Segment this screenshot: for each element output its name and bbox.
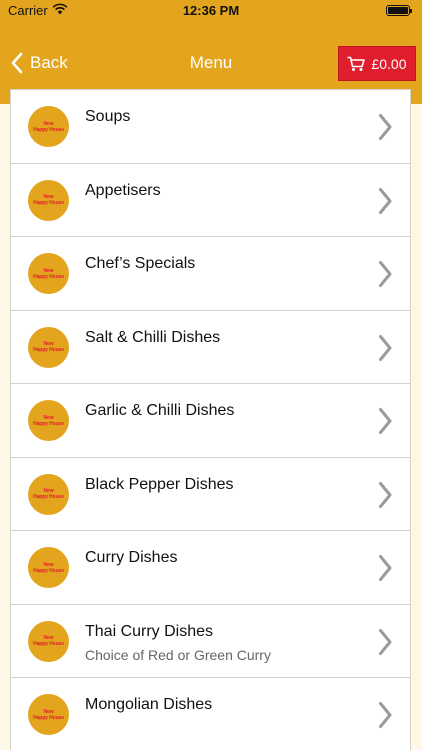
list-item-7[interactable]: New Happy House Curry Dishes <box>10 530 411 604</box>
restaurant-logo-icon: New Happy House <box>28 694 69 735</box>
logo-text-line-2: Happy House <box>33 273 64 280</box>
chevron-right-icon <box>379 114 392 140</box>
category-title: Garlic & Chilli Dishes <box>85 402 235 419</box>
logo-text-line-2: Happy House <box>33 641 64 647</box>
restaurant-logo-icon: New Happy House <box>28 179 69 221</box>
category-title: Soups <box>85 108 131 125</box>
list-item-3[interactable]: New Happy House Chef’s Specials <box>10 236 411 310</box>
restaurant-logo-icon: New Happy House <box>28 106 69 147</box>
logo-text-line-2: Happy House <box>33 494 64 500</box>
chevron-right-icon <box>379 261 392 287</box>
chevron-right-icon <box>379 628 392 655</box>
logo-text-line-2: Happy House <box>33 714 64 721</box>
logo-text-line-2: Happy House <box>33 200 64 206</box>
category-title: Salt & Chilli Dishes <box>85 328 221 346</box>
logo-text-line-2: Happy House <box>33 126 64 133</box>
list-item-8[interactable]: New Happy House Thai Curry Dishes Choice… <box>10 603 411 677</box>
category-title: Black Pepper Dishes <box>85 475 234 493</box>
chevron-right-icon <box>379 555 392 581</box>
category-subtitle: Choice of Red or Green Curry <box>85 646 271 663</box>
list-item-1[interactable]: New Happy House Soups <box>10 89 411 163</box>
cart-total: £0.00 <box>371 55 407 72</box>
logo-text-line-2: Happy House <box>33 347 64 353</box>
category-title: Appetisers <box>85 181 161 199</box>
logo-text-line-2: Happy House <box>33 567 64 574</box>
chevron-right-icon <box>379 702 392 728</box>
restaurant-logo-icon: New Happy House <box>28 473 69 515</box>
list-item-2[interactable]: New Happy House Appetisers <box>10 162 411 236</box>
app-screen: Carrier 12:36 PM Back Menu £0.00 New Hap… <box>0 0 422 750</box>
clock: 12:36 PM <box>182 3 240 18</box>
restaurant-logo-icon: New Happy House <box>28 620 69 662</box>
menu-category-list: New Happy House Soups New Happy House Ap… <box>10 89 411 750</box>
restaurant-logo-icon: New Happy House <box>28 326 69 368</box>
logo-text-line-2: Happy House <box>33 420 64 427</box>
chevron-right-icon <box>379 334 392 361</box>
status-bar: Carrier 12:36 PM <box>0 0 422 22</box>
list-item-4[interactable]: New Happy House Salt & Chilli Dishes <box>10 309 411 383</box>
list-item-6[interactable]: New Happy House Black Pepper Dishes <box>10 456 411 530</box>
chevron-right-icon <box>379 408 392 434</box>
list-item-5[interactable]: New Happy House Garlic & Chilli Dishes <box>10 383 411 457</box>
battery-icon <box>386 5 412 16</box>
restaurant-logo-icon: New Happy House <box>28 547 69 588</box>
cart-icon <box>347 56 366 71</box>
chevron-right-icon <box>379 187 392 214</box>
list-item-9[interactable]: New Happy House Mongolian Dishes <box>10 677 411 750</box>
category-title: Thai Curry Dishes <box>85 622 214 640</box>
category-title: Curry Dishes <box>85 549 178 566</box>
restaurant-logo-icon: New Happy House <box>28 400 69 441</box>
chevron-right-icon <box>379 481 392 508</box>
category-title: Mongolian Dishes <box>85 696 213 713</box>
restaurant-logo-icon: New Happy House <box>28 253 69 294</box>
cart-button[interactable]: £0.00 <box>338 46 416 81</box>
category-title: Chef’s Specials <box>85 255 196 272</box>
